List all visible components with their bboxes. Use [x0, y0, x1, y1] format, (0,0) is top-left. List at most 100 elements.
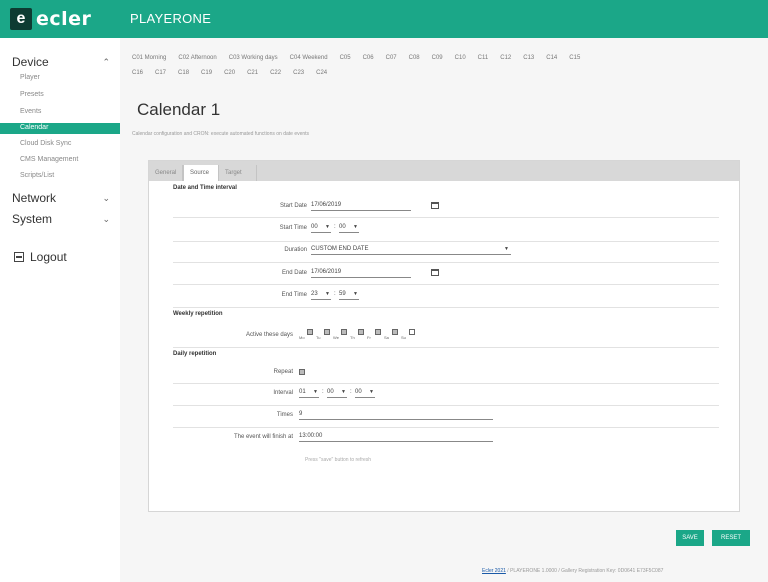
- calendar-tab[interactable]: C15: [569, 55, 580, 61]
- end-minute-select[interactable]: 59 ▼: [339, 290, 359, 300]
- chevron-down-icon: ▼: [353, 291, 358, 297]
- select-value: 01: [299, 389, 306, 395]
- calendar-panel: General Source Target Date and Time inte…: [148, 160, 740, 512]
- sidebar-item-presets[interactable]: Presets: [20, 91, 44, 98]
- repeat-checkbox[interactable]: [299, 369, 305, 375]
- select-value: 59: [339, 291, 346, 297]
- row-divider: [173, 241, 719, 242]
- logout-icon: [14, 252, 24, 262]
- start-time-label: Start Time: [279, 225, 307, 231]
- calendar-tab[interactable]: C21: [247, 70, 258, 76]
- weekday-label: Mo: [299, 335, 305, 340]
- chevron-up-icon[interactable]: ⌃: [102, 57, 110, 68]
- tab-target[interactable]: Target: [219, 165, 257, 181]
- top-bar: e ecler PLAYERONE: [0, 0, 768, 38]
- interval-hour-select[interactable]: 01 ▼: [299, 388, 319, 398]
- weekday-checkbox[interactable]: [409, 329, 415, 335]
- reset-button[interactable]: RESET: [712, 530, 750, 546]
- interval-second-select[interactable]: 00 ▼: [355, 388, 375, 398]
- calendar-tab[interactable]: C04 Weekend: [290, 55, 328, 61]
- calendar-tab[interactable]: C13: [523, 55, 534, 61]
- calendar-tab[interactable]: C09: [432, 55, 443, 61]
- weekday-checkbox[interactable]: [341, 329, 347, 335]
- calendar-tab[interactable]: C08: [409, 55, 420, 61]
- sidebar-item-calendar[interactable]: Calendar: [0, 123, 120, 134]
- calendar-tab[interactable]: C12: [500, 55, 511, 61]
- calendar-tab[interactable]: C16: [132, 70, 143, 76]
- row-divider: [173, 307, 719, 308]
- calendar-tab[interactable]: C03 Working days: [229, 55, 278, 61]
- calendar-tab[interactable]: C14: [546, 55, 557, 61]
- weekday-label: Tu: [316, 335, 321, 340]
- select-value: 23: [311, 291, 318, 297]
- chevron-down-icon: ▼: [504, 246, 509, 252]
- calendar-tab[interactable]: C22: [270, 70, 281, 76]
- end-date-field[interactable]: 17/06/2019: [311, 268, 411, 278]
- times-field[interactable]: 9: [299, 410, 493, 420]
- row-divider: [173, 383, 719, 384]
- calendar-icon[interactable]: [431, 269, 439, 276]
- calendar-tab[interactable]: C07: [386, 55, 397, 61]
- page-description: Calendar configuration and CRON: execute…: [132, 131, 310, 137]
- start-date-field[interactable]: 17/06/2019: [311, 201, 411, 211]
- chevron-down-icon: ▼: [353, 224, 358, 230]
- chevron-down-icon[interactable]: ⌄: [102, 214, 110, 225]
- calendar-tab[interactable]: C19: [201, 70, 212, 76]
- calendar-tab[interactable]: C18: [178, 70, 189, 76]
- calendar-tab[interactable]: C05: [340, 55, 351, 61]
- calendar-tab[interactable]: C01 Morning: [132, 55, 166, 61]
- section-heading: Weekly repetition: [173, 311, 223, 317]
- weekday-checkbox[interactable]: [358, 329, 364, 335]
- chevron-down-icon: ▼: [313, 389, 318, 395]
- footer-link[interactable]: Ecler 2021: [482, 568, 506, 574]
- select-value: 00: [327, 389, 334, 395]
- ecler-logo: e ecler: [10, 8, 91, 30]
- tab-source[interactable]: Source: [183, 165, 219, 181]
- start-minute-select[interactable]: 00 ▼: [339, 223, 359, 233]
- weekday-label: Su: [401, 335, 406, 340]
- calendar-tab[interactable]: C23: [293, 70, 304, 76]
- chevron-down-icon: ▼: [325, 291, 330, 297]
- save-button[interactable]: SAVE: [676, 530, 704, 546]
- weekday-checkbox[interactable]: [324, 329, 330, 335]
- calendar-tab[interactable]: C20: [224, 70, 235, 76]
- calendar-tab[interactable]: C24: [316, 70, 327, 76]
- finish-label: The event will finish at: [233, 434, 293, 440]
- logo-text: ecler: [36, 8, 92, 30]
- start-date-label: Start Date: [279, 203, 307, 209]
- sidebar-system[interactable]: System: [12, 212, 52, 226]
- sidebar-item-scripts-list[interactable]: Scripts/List: [20, 172, 54, 179]
- calendar-icon[interactable]: [431, 202, 439, 209]
- end-hour-select[interactable]: 23 ▼: [311, 290, 331, 300]
- footer: Ecler 2021 / PLAYERONE 1.0000 / Gallery …: [482, 568, 663, 574]
- sidebar-item-cms-management[interactable]: CMS Management: [20, 156, 78, 163]
- weekday-checkbox[interactable]: [307, 329, 313, 335]
- sidebar-network[interactable]: Network: [12, 191, 56, 205]
- interval-minute-select[interactable]: 00 ▼: [327, 388, 347, 398]
- calendar-tab[interactable]: C02 Afternoon: [178, 55, 216, 61]
- save-note: Press "save" button to refresh: [305, 457, 372, 463]
- sidebar-item-cloud-disk-sync[interactable]: Cloud Disk Sync: [20, 140, 71, 147]
- chevron-down-icon: ▼: [325, 224, 330, 230]
- calendar-tab[interactable]: C17: [155, 70, 166, 76]
- calendar-tab[interactable]: C10: [455, 55, 466, 61]
- chevron-down-icon[interactable]: ⌄: [102, 193, 110, 204]
- logout-button[interactable]: Logout: [14, 250, 67, 264]
- start-hour-select[interactable]: 00 ▼: [311, 223, 331, 233]
- sidebar-item-events[interactable]: Events: [20, 108, 41, 115]
- tab-general[interactable]: General: [149, 165, 183, 181]
- sidebar-item-player[interactable]: Player: [20, 74, 40, 81]
- calendar-tab[interactable]: C11: [478, 55, 489, 61]
- sidebar-device[interactable]: Device: [12, 55, 49, 69]
- repeat-label: Repeat: [273, 369, 293, 375]
- duration-select[interactable]: CUSTOM END DATE ▼: [311, 245, 511, 255]
- weekday-checkbox[interactable]: [392, 329, 398, 335]
- weekday-checkbox[interactable]: [375, 329, 381, 335]
- section-heading: Date and Time interval: [173, 185, 237, 191]
- logo-mark: e: [10, 8, 32, 30]
- calendar-tab[interactable]: C06: [363, 55, 374, 61]
- select-value: 00: [311, 224, 318, 230]
- main-content: C01 Morning C02 Afternoon C03 Working da…: [120, 38, 768, 582]
- calendar-tabs-row-1: C01 Morning C02 Afternoon C03 Working da…: [132, 55, 592, 61]
- product-name: PLAYERONE: [130, 11, 212, 26]
